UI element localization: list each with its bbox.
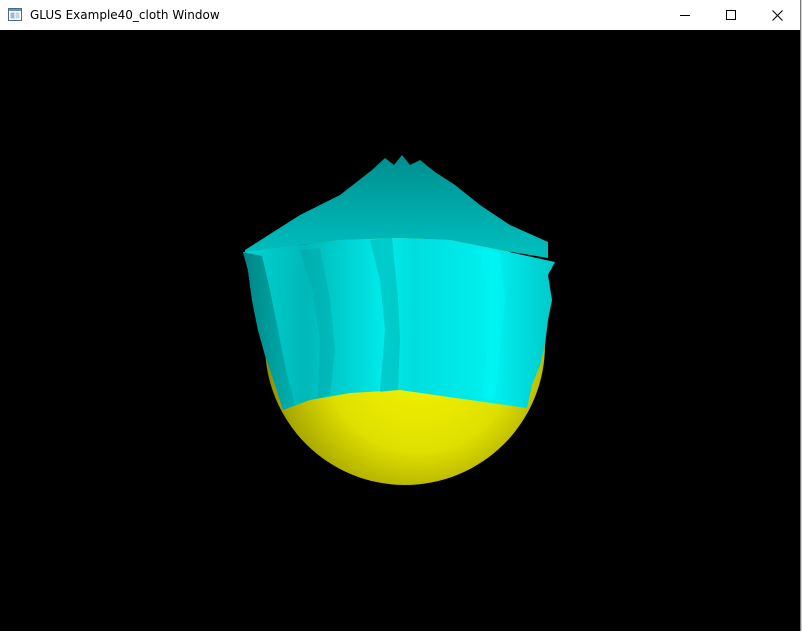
maximize-icon [726,10,736,20]
close-button[interactable] [754,0,800,30]
minimize-icon [680,15,690,16]
window-title: GLUS Example40_cloth Window [30,8,220,22]
app-window: GLUS Example40_cloth Window [0,0,801,631]
window-app-icon [8,8,22,21]
opengl-viewport[interactable] [0,30,800,631]
title-bar[interactable]: GLUS Example40_cloth Window [0,0,800,30]
minimize-button[interactable] [662,0,708,30]
close-icon [771,9,783,21]
scene-render [243,155,555,485]
maximize-button[interactable] [708,0,754,30]
